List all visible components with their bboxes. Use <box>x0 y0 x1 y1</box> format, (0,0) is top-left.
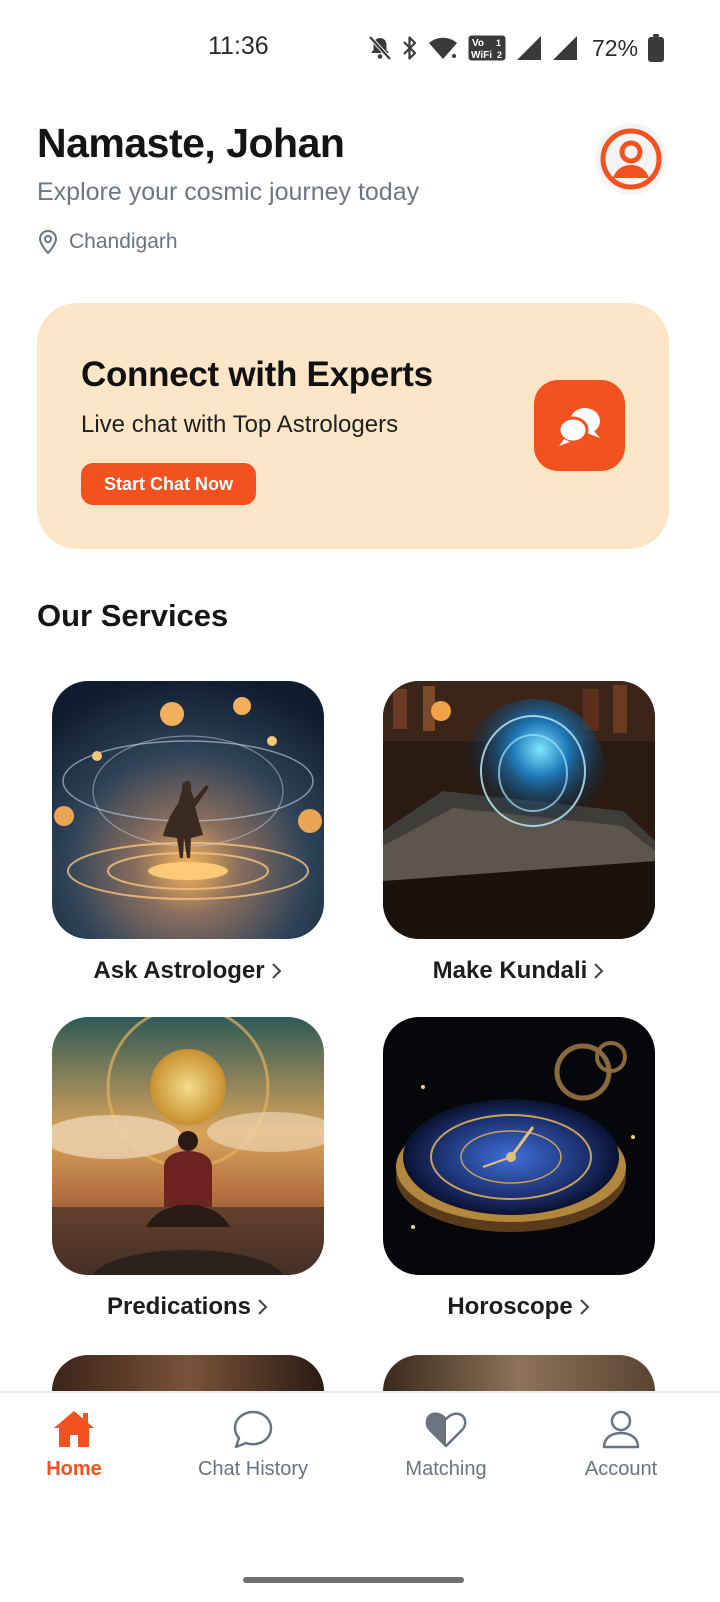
bell-off-icon <box>368 35 392 61</box>
status-icons: Vo 1 WiFi 2 72% <box>368 33 665 63</box>
service-label: Horoscope <box>447 1293 573 1320</box>
service-horoscope[interactable]: Horoscope <box>383 1017 655 1321</box>
status-time: 11:36 <box>208 32 269 60</box>
battery-percentage: 72% <box>592 34 639 61</box>
user-icon <box>600 128 662 190</box>
start-chat-button[interactable]: Start Chat Now <box>81 463 256 505</box>
bottom-navigation: Home Chat History Matching Account <box>0 1391 720 1602</box>
greeting-subtitle: Explore your cosmic journey today <box>37 178 420 206</box>
nav-matching[interactable]: Matching <box>366 1408 526 1481</box>
chevron-right-icon <box>594 963 604 979</box>
status-bar: 11:36 Vo 1 WiFi 2 72% <box>0 0 720 96</box>
profile-avatar-button[interactable] <box>595 123 667 195</box>
ask-astrologer-image <box>52 681 324 939</box>
signal-icon <box>517 36 541 60</box>
wifi-icon <box>429 37 457 59</box>
service-label: Predications <box>106 1293 252 1320</box>
nav-account[interactable]: Account <box>541 1408 701 1481</box>
nav-label: Matching <box>405 1458 487 1480</box>
chevron-right-icon <box>258 1299 268 1315</box>
user-icon <box>602 1410 640 1449</box>
nav-label: Home <box>46 1458 102 1480</box>
nav-chat-history[interactable]: Chat History <box>173 1408 333 1481</box>
vowifi-bottom-index: 2 <box>497 50 502 60</box>
chat-bubbles-icon <box>557 407 600 446</box>
services-title: Our Services <box>37 598 229 633</box>
chevron-right-icon <box>579 1299 590 1315</box>
connect-experts-card[interactable]: Connect with Experts Live chat with Top … <box>37 303 669 549</box>
map-pin-icon <box>38 229 58 255</box>
greeting-title: Namaste, Johan <box>37 120 345 166</box>
location-text: Chandigarh <box>69 230 178 253</box>
nav-label: Account <box>584 1458 658 1480</box>
location[interactable]: Chandigarh <box>37 229 178 255</box>
nav-label: Chat History <box>197 1458 309 1480</box>
chat-icon <box>233 1410 273 1449</box>
home-indicator[interactable] <box>243 1577 464 1583</box>
service-make-kundali[interactable]: Make Kundali <box>383 681 655 985</box>
promo-title: Connect with Experts <box>81 355 433 394</box>
vowifi-top-text: Vo <box>472 38 484 49</box>
service-predications[interactable]: Predications <box>52 1017 324 1321</box>
chat-bubbles-button[interactable] <box>534 380 625 471</box>
home-icon <box>54 1411 94 1447</box>
bluetooth-icon <box>403 36 417 60</box>
heart-icon <box>425 1412 467 1448</box>
service-label: Ask Astrologer <box>93 957 265 984</box>
vowifi-icon: Vo 1 WiFi 2 <box>468 35 506 61</box>
battery-icon <box>648 34 665 62</box>
make-kundali-image <box>383 681 655 939</box>
nav-home[interactable]: Home <box>0 1408 154 1481</box>
service-ask-astrologer[interactable]: Ask Astrologer <box>52 681 324 985</box>
signal-icon <box>553 36 577 60</box>
service-label: Make Kundali <box>432 957 588 984</box>
promo-subtitle: Live chat with Top Astrologers <box>81 411 399 438</box>
horoscope-image <box>383 1017 655 1275</box>
chevron-right-icon <box>271 963 281 979</box>
service-tile-partial[interactable] <box>52 1355 324 1395</box>
vowifi-bottom-text: WiFi <box>471 50 492 61</box>
service-tile-partial[interactable] <box>383 1355 655 1395</box>
vowifi-top-index: 1 <box>496 38 501 48</box>
predications-image <box>52 1017 324 1275</box>
